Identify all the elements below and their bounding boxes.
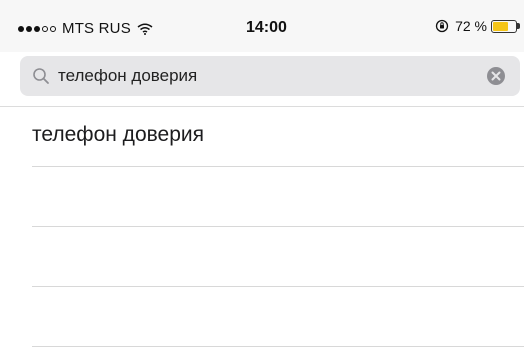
signal-dot (26, 25, 32, 32)
signal-dot (50, 25, 56, 32)
signal-dot (42, 25, 48, 32)
battery-tip (517, 23, 520, 29)
battery-percent: 72 % (455, 18, 487, 34)
carrier-info: MTS RUS (18, 20, 153, 37)
search-screen: MTS RUS 14:00 72 % телефон доверия телеф… (0, 0, 524, 352)
clear-icon[interactable] (486, 66, 506, 86)
list-item[interactable] (32, 167, 524, 227)
status-bar: MTS RUS 14:00 72 % (0, 0, 524, 52)
carrier-name: MTS RUS (62, 20, 131, 37)
search-icon (33, 68, 49, 84)
orientation-lock-icon (435, 19, 449, 33)
list-item[interactable] (32, 227, 524, 287)
search-result-item[interactable]: телефон доверия (32, 107, 524, 167)
search-bar[interactable]: телефон доверия (20, 56, 520, 96)
search-input[interactable]: телефон доверия (58, 66, 197, 86)
signal-dot (34, 25, 40, 32)
battery-level (493, 21, 509, 31)
wifi-icon (137, 23, 153, 35)
status-time: 14:00 (246, 19, 287, 36)
signal-strength-icon (18, 25, 58, 32)
list-item[interactable] (32, 287, 524, 347)
battery-icon (491, 19, 517, 33)
status-right: 72 % (435, 18, 524, 34)
signal-dot (18, 25, 24, 32)
search-result-label: телефон доверия (32, 123, 204, 146)
